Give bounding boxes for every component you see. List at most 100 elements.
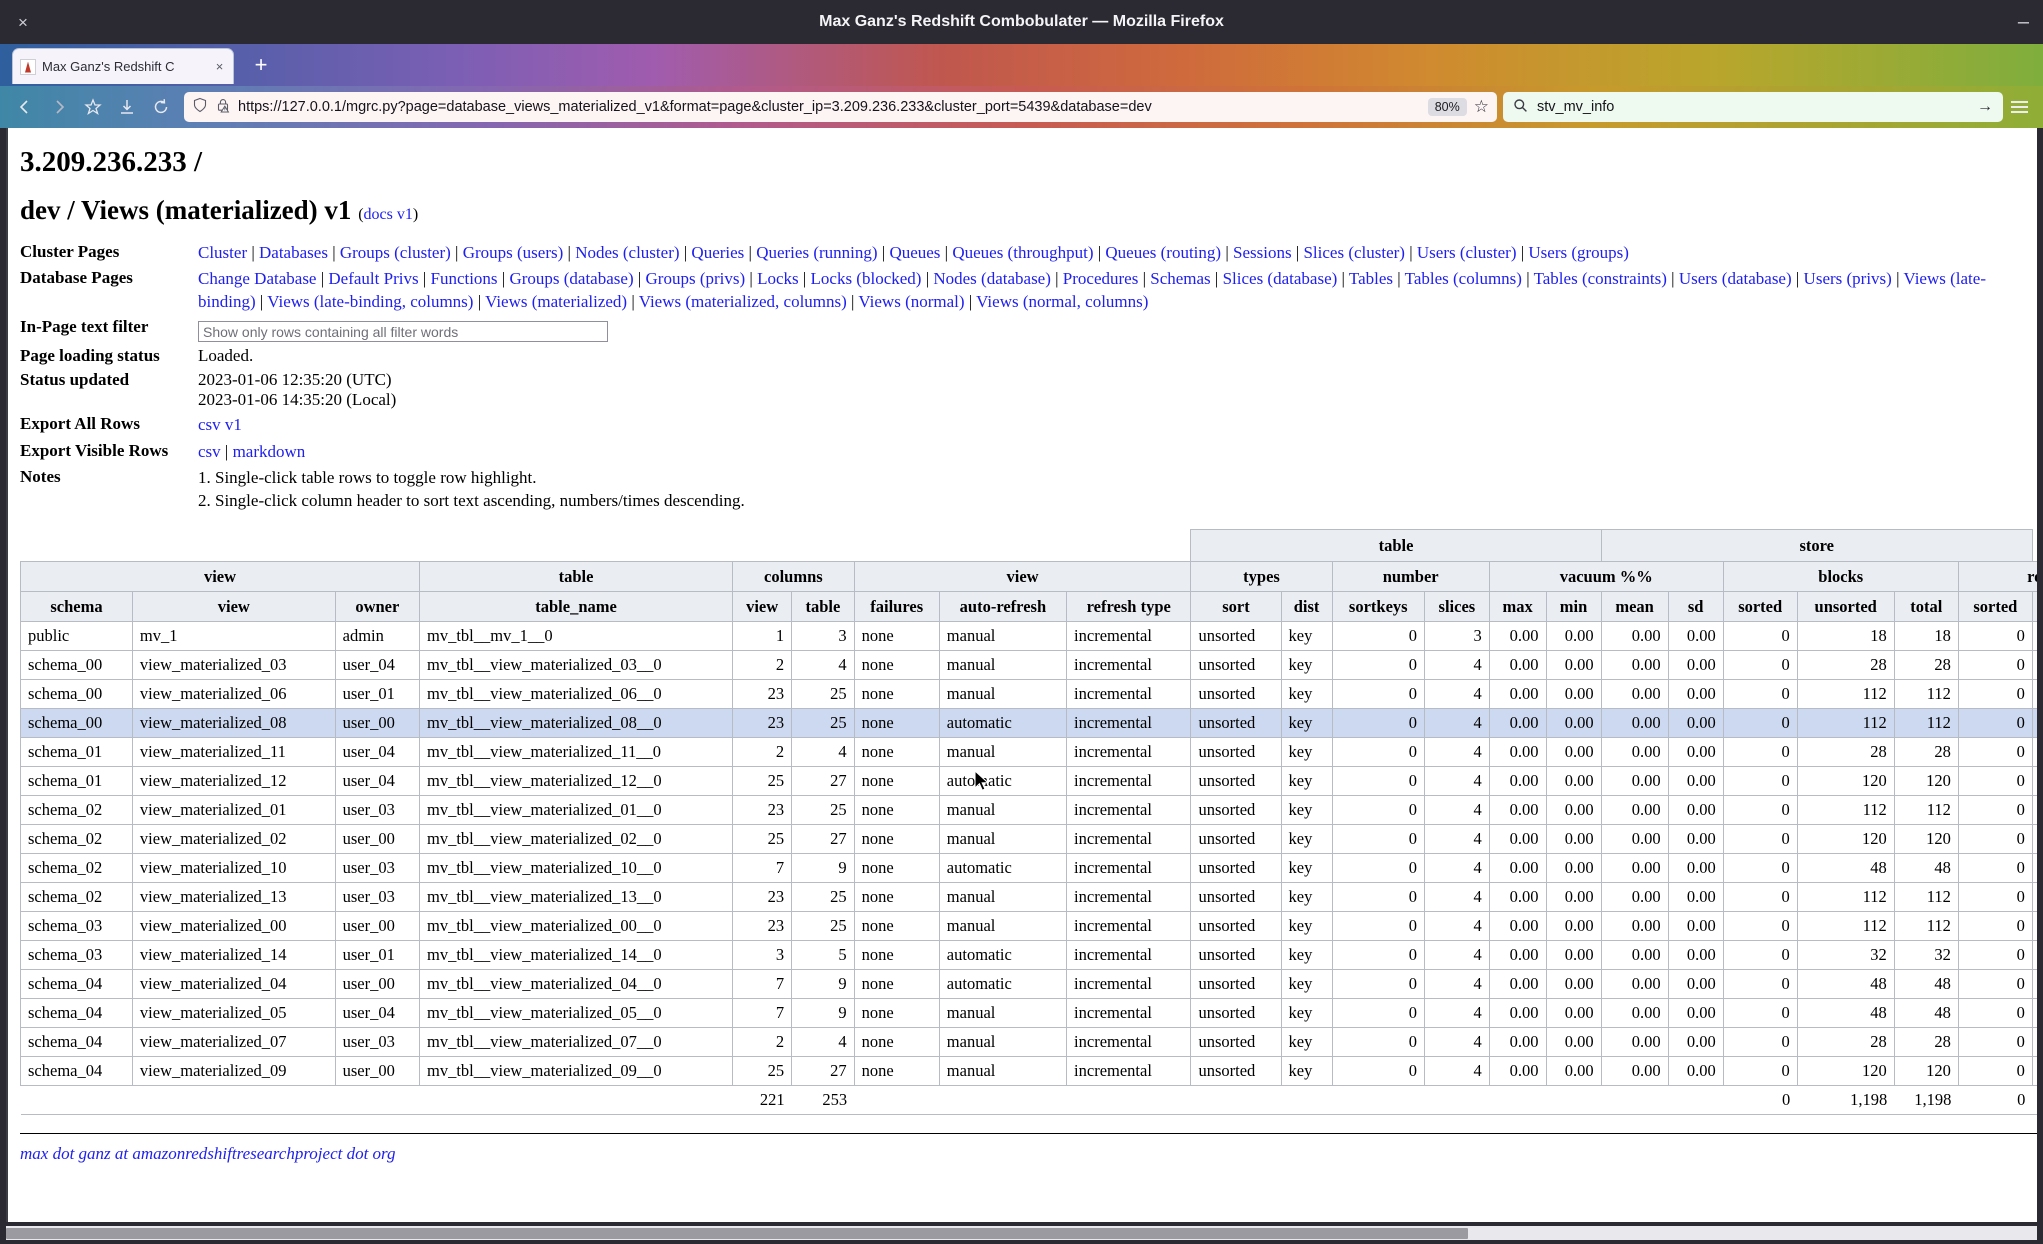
column-header-table-name[interactable]: table_name — [418, 591, 734, 623]
address-bar[interactable]: https://127.0.0.1/mgrc.py?page=database_… — [184, 92, 1497, 122]
database-page-link-tables[interactable]: Tables — [1349, 269, 1393, 288]
database-page-link-views-late-binding-columns[interactable]: Views (late-binding, columns) — [267, 292, 473, 311]
cluster-page-link-cluster[interactable]: Cluster — [198, 243, 247, 262]
column-header-view[interactable]: view — [732, 591, 793, 623]
table-row[interactable]: schema_04 view_materialized_07 user_03 mv_t… — [20, 1027, 2037, 1058]
scrollbar-thumb[interactable] — [6, 1228, 1468, 1239]
database-page-link-views-normal[interactable]: Views (normal) — [858, 292, 964, 311]
table-row[interactable]: schema_01 view_materialized_11 user_04 mv_t… — [20, 737, 2037, 768]
column-header-table[interactable]: table — [791, 591, 855, 623]
database-page-link-functions[interactable]: Functions — [430, 269, 497, 288]
export-all-link-csv-v1[interactable]: csv v1 — [198, 415, 242, 434]
database-page-link-change-database[interactable]: Change Database — [198, 269, 316, 288]
table-row[interactable]: schema_00 view_materialized_08 user_00 mv_t… — [20, 708, 2037, 739]
table-row[interactable]: schema_04 view_materialized_04 user_00 mv_t… — [20, 969, 2037, 1000]
database-page-link-tables-constraints[interactable]: Tables (constraints) — [1534, 269, 1667, 288]
cluster-page-link-databases[interactable]: Databases — [259, 243, 328, 262]
database-page-link-locks-blocked[interactable]: Locks (blocked) — [811, 269, 922, 288]
docs-v1-link[interactable]: docs v1 — [364, 206, 413, 223]
bookmark-star-icon[interactable]: ☆ — [1474, 97, 1489, 117]
column-header-owner[interactable]: owner — [334, 591, 420, 623]
database-page-link-default-privs[interactable]: Default Privs — [328, 269, 418, 288]
cluster-page-link-queries-running[interactable]: Queries (running) — [756, 243, 877, 262]
download-icon[interactable] — [110, 90, 144, 124]
database-page-link-locks[interactable]: Locks — [757, 269, 799, 288]
column-header-sorted[interactable]: sorted — [1722, 591, 1798, 623]
reload-icon[interactable] — [144, 90, 178, 124]
export-visible-link-csv[interactable]: csv — [198, 442, 221, 461]
cluster-page-link-users-groups[interactable]: Users (groups) — [1528, 243, 1629, 262]
column-header-sortkeys[interactable]: sortkeys — [1331, 591, 1425, 623]
cluster-page-link-users-cluster[interactable]: Users (cluster) — [1417, 243, 1517, 262]
column-header-refresh-type[interactable]: refresh type — [1066, 591, 1192, 623]
column-header-failures[interactable]: failures — [853, 591, 940, 623]
database-page-link-slices-database[interactable]: Slices (database) — [1223, 269, 1338, 288]
database-page-link-views-materialized[interactable]: Views (materialized) — [485, 292, 627, 311]
database-page-link-groups-privs[interactable]: Groups (privs) — [646, 269, 746, 288]
table-row[interactable]: schema_02 view_materialized_13 user_03 mv_t… — [20, 882, 2037, 913]
column-header-sorted[interactable]: sorted — [1957, 591, 2033, 623]
in-page-filter-input[interactable] — [198, 321, 608, 343]
cluster-page-link-nodes-cluster[interactable]: Nodes (cluster) — [575, 243, 679, 262]
column-header-min[interactable]: min — [1545, 591, 1602, 623]
column-header-dist[interactable]: dist — [1280, 591, 1333, 623]
column-header-unsorted[interactable]: unsorted — [1796, 591, 1895, 623]
database-page-link-views-normal-columns[interactable]: Views (normal, columns) — [976, 292, 1148, 311]
table-row[interactable]: schema_03 view_materialized_14 user_01 mv_t… — [20, 940, 2037, 971]
table-row[interactable]: schema_01 view_materialized_12 user_04 mv_t… — [20, 766, 2037, 797]
column-header-sd[interactable]: sd — [1667, 591, 1724, 623]
cell-schema: schema_04 — [20, 969, 133, 1000]
tab-close-icon[interactable]: × — [213, 59, 226, 74]
forward-icon[interactable] — [42, 90, 76, 124]
database-page-link-tables-columns[interactable]: Tables (columns) — [1405, 269, 1522, 288]
export-visible-link-markdown[interactable]: markdown — [233, 442, 306, 461]
cluster-page-link-groups-users[interactable]: Groups (users) — [463, 243, 564, 262]
table-row[interactable]: schema_02 view_materialized_10 user_03 mv_t… — [20, 853, 2037, 884]
column-header-max[interactable]: max — [1488, 591, 1547, 623]
search-bar[interactable]: stv_mv_info → — [1503, 92, 2003, 122]
database-page-link-nodes-database[interactable]: Nodes (database) — [933, 269, 1051, 288]
database-page-link-users-database[interactable]: Users (database) — [1679, 269, 1792, 288]
window-minimize-button[interactable]: – — [2018, 12, 2029, 32]
window-close-button[interactable]: × — [0, 14, 46, 31]
cluster-page-link-queries[interactable]: Queries — [691, 243, 744, 262]
contact-email-link[interactable]: max dot ganz at amazonredshiftresearchpr… — [20, 1144, 396, 1163]
database-page-link-groups-database[interactable]: Groups (database) — [509, 269, 633, 288]
database-page-link-users-privs[interactable]: Users (privs) — [1804, 269, 1892, 288]
column-header-view[interactable]: view — [131, 591, 336, 623]
search-go-icon[interactable]: → — [1977, 98, 1993, 116]
column-header-mean[interactable]: mean — [1600, 591, 1669, 623]
table-row[interactable]: schema_02 view_materialized_02 user_00 mv_t… — [20, 824, 2037, 855]
cluster-page-link-groups-cluster[interactable]: Groups (cluster) — [340, 243, 451, 262]
database-page-link-procedures[interactable]: Procedures — [1063, 269, 1139, 288]
cluster-page-link-queues-throughput[interactable]: Queues (throughput) — [952, 243, 1093, 262]
table-row[interactable]: schema_03 view_materialized_00 user_00 mv_t… — [20, 911, 2037, 942]
tab-active[interactable]: Max Ganz's Redshift C × — [12, 48, 234, 84]
app-menu-icon[interactable] — [2003, 101, 2035, 113]
column-header-schema[interactable]: schema — [20, 591, 133, 623]
table-row[interactable]: schema_00 view_materialized_06 user_01 mv_t… — [20, 679, 2037, 710]
zoom-level-badge[interactable]: 80% — [1427, 98, 1467, 116]
cluster-page-link-sessions[interactable]: Sessions — [1233, 243, 1292, 262]
cluster-page-link-queues-routing[interactable]: Queues (routing) — [1105, 243, 1221, 262]
bookmark-icon[interactable] — [76, 90, 110, 124]
cell-schema: schema_00 — [20, 650, 133, 681]
column-header-sort[interactable]: sort — [1190, 591, 1282, 623]
cluster-page-link-slices-cluster[interactable]: Slices (cluster) — [1303, 243, 1405, 262]
new-tab-button[interactable]: + — [248, 53, 274, 79]
column-header-slices[interactable]: slices — [1423, 591, 1490, 623]
table-row[interactable]: public mv_1 admin mv_tbl__mv_1__0 1 3 none manu… — [20, 621, 2037, 652]
search-input-value[interactable]: stv_mv_info — [1537, 99, 1968, 115]
table-row[interactable]: schema_00 view_materialized_03 user_04 mv_t… — [20, 650, 2037, 681]
cluster-page-link-queues[interactable]: Queues — [889, 243, 940, 262]
table-row[interactable]: schema_04 view_materialized_05 user_04 mv_t… — [20, 998, 2037, 1029]
column-header-unsorted[interactable]: unsorted — [2031, 591, 2037, 623]
column-header-total[interactable]: total — [1893, 591, 1959, 623]
back-icon[interactable] — [8, 90, 42, 124]
table-row[interactable]: schema_04 view_materialized_09 user_00 mv_t… — [20, 1056, 2037, 1087]
column-header-auto-refresh[interactable]: auto-refresh — [938, 591, 1068, 623]
horizontal-scrollbar[interactable] — [6, 1226, 2037, 1240]
database-page-link-schemas[interactable]: Schemas — [1150, 269, 1210, 288]
table-row[interactable]: schema_02 view_materialized_01 user_03 mv_t… — [20, 795, 2037, 826]
database-page-link-views-materialized-columns[interactable]: Views (materialized, columns) — [639, 292, 847, 311]
